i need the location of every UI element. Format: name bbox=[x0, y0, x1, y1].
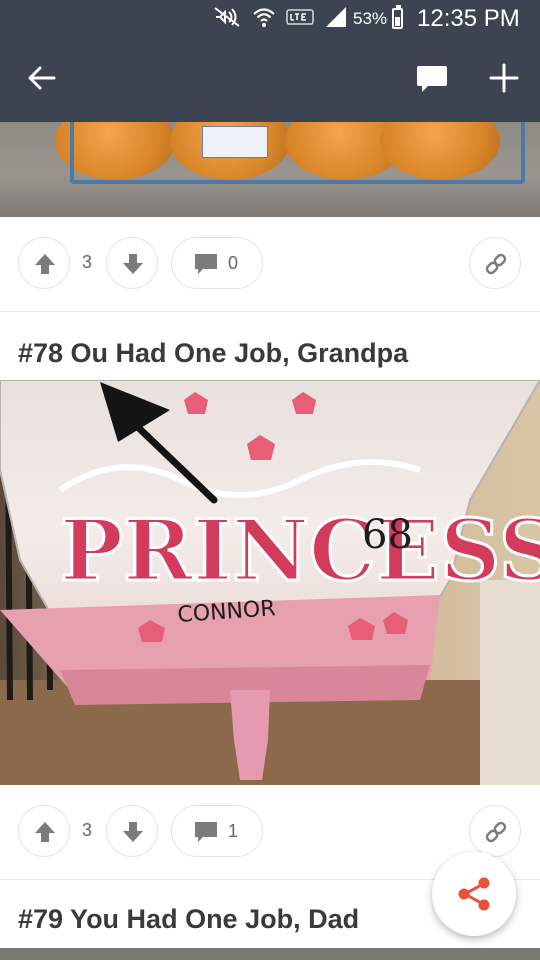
comment-count: 0 bbox=[228, 253, 239, 273]
comment-icon bbox=[417, 66, 447, 92]
mute-icon bbox=[214, 7, 240, 27]
share-button[interactable] bbox=[432, 852, 516, 936]
link-icon bbox=[485, 253, 507, 275]
handwritten-number: 68 bbox=[362, 512, 413, 558]
back-button[interactable] bbox=[24, 60, 60, 96]
comments-button[interactable]: 1 bbox=[171, 805, 263, 857]
plus-icon bbox=[489, 63, 519, 93]
post-image-oranges[interactable] bbox=[0, 122, 540, 217]
downvote-button[interactable] bbox=[106, 805, 158, 857]
app-bar bbox=[0, 38, 540, 122]
arrow-down-icon bbox=[123, 822, 143, 842]
post-actions: 3 0 bbox=[0, 217, 540, 311]
upvote-button[interactable] bbox=[18, 237, 70, 289]
battery-icon bbox=[392, 5, 403, 29]
arrow-left-icon bbox=[28, 66, 56, 90]
copy-link-button[interactable] bbox=[469, 805, 521, 857]
status-bar: 53% 12:35 PM bbox=[0, 0, 540, 38]
comment-button[interactable] bbox=[414, 60, 450, 96]
upvote-count: 3 bbox=[82, 820, 93, 840]
post-title[interactable]: #79 You Had One Job, Dad bbox=[18, 904, 359, 935]
divider bbox=[0, 311, 540, 312]
plastic-tray bbox=[70, 122, 525, 184]
balloon-text-princess: PRINCESS bbox=[60, 501, 540, 600]
copy-link-button[interactable] bbox=[469, 237, 521, 289]
arrow-up-icon bbox=[35, 254, 55, 274]
upvote-count: 3 bbox=[82, 252, 93, 272]
upvote-button[interactable] bbox=[18, 805, 70, 857]
battery-percent: 53% bbox=[353, 9, 388, 28]
signal-icon bbox=[326, 7, 346, 27]
comment-icon bbox=[195, 254, 217, 274]
balloon-photo: PRINCESS CONNOR 68 bbox=[0, 380, 540, 785]
share-icon bbox=[458, 877, 490, 911]
lte-icon bbox=[286, 9, 314, 25]
arrow-up-icon bbox=[35, 822, 55, 842]
clock: 12:35 PM bbox=[417, 5, 520, 32]
link-icon bbox=[485, 821, 507, 843]
status-icons bbox=[212, 6, 348, 28]
post-image-partial[interactable] bbox=[0, 948, 540, 960]
post-image-princess-balloon[interactable]: PRINCESS CONNOR 68 bbox=[0, 380, 540, 785]
comments-button[interactable]: 0 bbox=[171, 237, 263, 289]
comment-count: 1 bbox=[228, 821, 239, 841]
add-button[interactable] bbox=[486, 60, 522, 96]
downvote-button[interactable] bbox=[106, 237, 158, 289]
arrow-down-icon bbox=[123, 254, 143, 274]
product-label bbox=[202, 126, 268, 158]
post-title[interactable]: #78 Ou Had One Job, Grandpa bbox=[18, 338, 408, 369]
comment-icon bbox=[195, 822, 217, 842]
wifi-icon bbox=[253, 8, 275, 27]
